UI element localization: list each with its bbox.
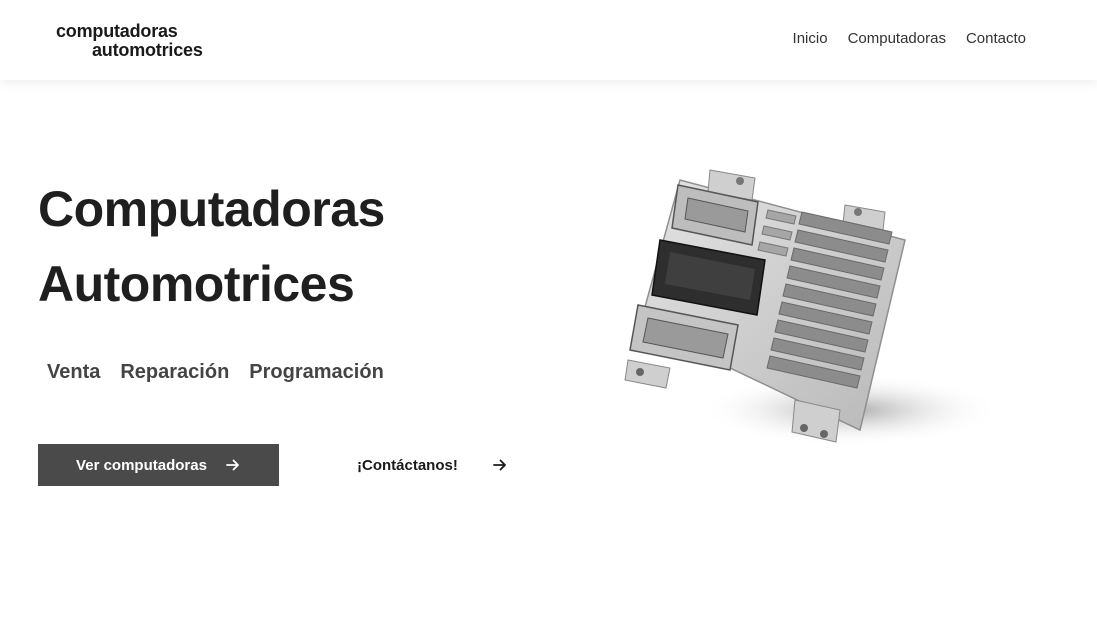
nav-item-inicio[interactable]: Inicio (793, 30, 828, 47)
main-nav: Inicio Computadoras Contacto (793, 30, 1026, 47)
service-reparacion: Reparación (120, 361, 230, 383)
view-computers-button[interactable]: Ver computadoras (38, 444, 279, 486)
hero-title-line1: Computadoras (38, 181, 385, 237)
logo-text-line2: automotrices (92, 40, 203, 60)
contact-link-label: ¡Contáctanos! (357, 456, 458, 474)
contact-link[interactable]: ¡Contáctanos! (357, 444, 537, 486)
hero-title: Computadoras Automotrices (38, 172, 385, 322)
site-logo[interactable]: computadoras automotrices (56, 22, 203, 60)
logo-text-line1: computadoras (56, 21, 178, 41)
nav-item-contacto[interactable]: Contacto (966, 30, 1026, 47)
hero-title-line2: Automotrices (38, 256, 355, 312)
view-computers-label: Ver computadoras (76, 456, 207, 474)
arrow-right-icon (226, 459, 239, 471)
site-header: computadoras automotrices Inicio Computa… (0, 0, 1097, 80)
service-venta: Venta (47, 361, 101, 383)
service-programacion: Programación (249, 361, 384, 383)
nav-item-computadoras[interactable]: Computadoras (848, 30, 946, 47)
services-list: Venta Reparación Programación (47, 361, 384, 384)
arrow-right-icon (492, 459, 506, 471)
ecu-product-image (624, 169, 1000, 446)
